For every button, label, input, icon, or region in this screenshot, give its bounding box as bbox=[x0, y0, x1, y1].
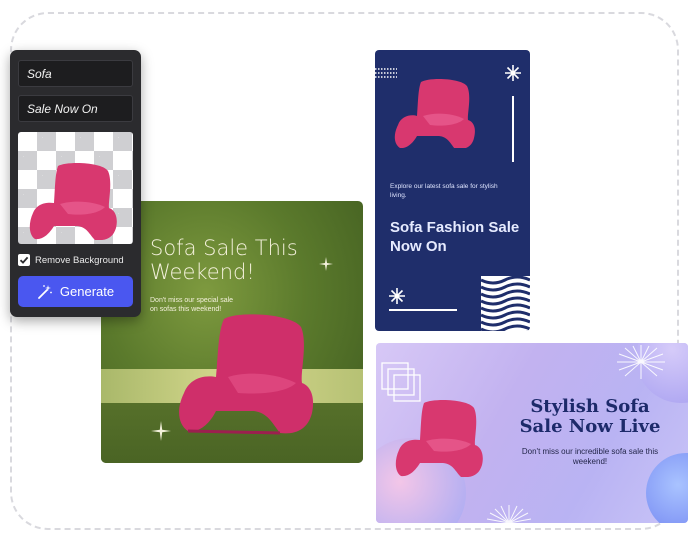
card-description: Explore our latest sofa sale for stylish… bbox=[390, 183, 498, 199]
horizontal-line bbox=[389, 309, 457, 311]
card-description: Don't miss our incredible sofa sale this… bbox=[521, 447, 659, 466]
magic-wand-icon bbox=[37, 284, 52, 299]
headline-field[interactable]: Sale Now On bbox=[18, 95, 133, 122]
editor-panel: Sofa Sale Now On Remove Background Gener… bbox=[10, 50, 141, 317]
remove-background-label: Remove Background bbox=[35, 254, 124, 266]
sofa-image bbox=[394, 78, 475, 148]
sofa-image bbox=[179, 314, 314, 435]
asterisk-icon bbox=[389, 288, 405, 304]
product-name-field[interactable]: Sofa bbox=[18, 60, 133, 87]
card-description: Don't miss our special sale on sofas thi… bbox=[150, 297, 234, 313]
design-card-navy[interactable]: Explore our latest sofa sale for stylish… bbox=[375, 50, 530, 331]
sofa-image bbox=[395, 400, 483, 477]
design-card-purple[interactable]: Stylish Sofa Sale Now Live Don't miss ou… bbox=[376, 343, 688, 523]
generate-button[interactable]: Generate bbox=[18, 276, 133, 307]
vertical-line bbox=[512, 96, 514, 162]
checkmark-icon bbox=[19, 256, 29, 264]
sofa-image bbox=[29, 163, 117, 240]
asterisk-icon bbox=[505, 65, 521, 81]
wave-pattern bbox=[481, 276, 530, 331]
image-preview[interactable] bbox=[18, 132, 133, 244]
burst-icon bbox=[486, 505, 532, 523]
remove-background-option[interactable]: Remove Background bbox=[18, 252, 143, 268]
card-title: Sofa Sale This Weekend! bbox=[150, 236, 298, 284]
remove-background-checkbox[interactable] bbox=[18, 254, 30, 266]
card-title: Sofa Fashion Sale Now On bbox=[390, 219, 520, 255]
burst-icon bbox=[617, 345, 665, 379]
sparkle-icon bbox=[319, 257, 333, 271]
generate-label: Generate bbox=[59, 284, 115, 299]
card-title: Stylish Sofa Sale Now Live bbox=[519, 396, 661, 437]
sparkle-icon bbox=[151, 421, 171, 441]
